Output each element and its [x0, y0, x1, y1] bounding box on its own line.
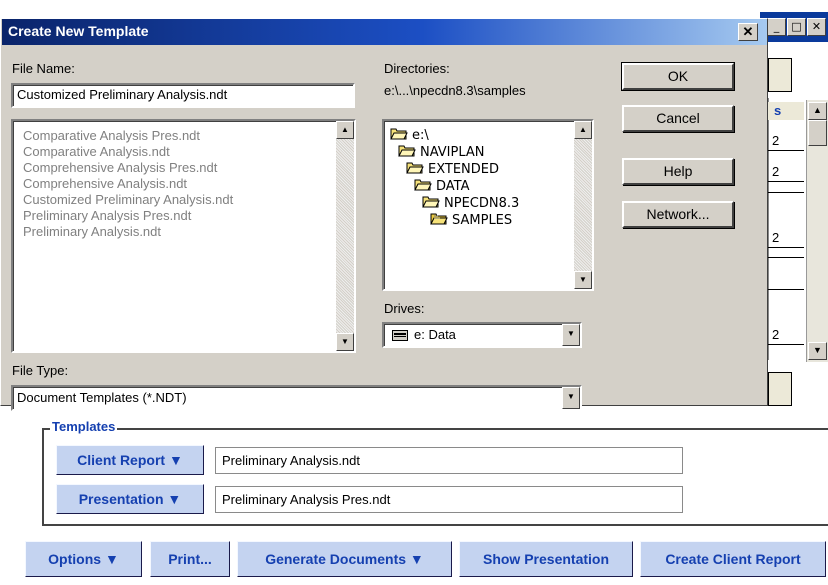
- open-folder-icon: [422, 196, 440, 208]
- list-item[interactable]: Comprehensive Analysis.ndt: [23, 176, 187, 192]
- directory-item[interactable]: EXTENDED: [406, 161, 499, 178]
- print-button[interactable]: Print...: [150, 541, 230, 577]
- open-folder-icon: [406, 162, 424, 174]
- table-row[interactable]: 2: [768, 163, 804, 182]
- dialog-title: Create New Template: [8, 23, 149, 39]
- table-divider: [768, 192, 804, 193]
- scroll-down-icon[interactable]: ▼: [336, 333, 354, 351]
- directory-item-selected[interactable]: SAMPLES: [430, 212, 512, 229]
- templates-legend: Templates: [50, 419, 118, 434]
- file-list[interactable]: Comparative Analysis Pres.ndt Comparativ…: [11, 119, 356, 353]
- list-item[interactable]: Preliminary Analysis Pres.ndt: [23, 208, 191, 224]
- dialog-close-button[interactable]: ✕: [738, 23, 758, 41]
- network-button[interactable]: Network...: [622, 201, 734, 228]
- table-header: s: [768, 102, 804, 120]
- maximize-button[interactable]: □: [787, 18, 806, 36]
- scroll-up-icon[interactable]: ▲: [574, 121, 592, 139]
- directory-label: NPECDN8.3: [444, 196, 520, 211]
- file-type-select[interactable]: Document Templates (*.NDT) ▼: [11, 385, 582, 411]
- drive-icon: [392, 330, 408, 341]
- directory-item[interactable]: NPECDN8.3: [422, 195, 519, 212]
- background-top-button[interactable]: [768, 58, 792, 92]
- directory-label: e:\: [412, 128, 429, 143]
- scroll-down-icon[interactable]: ▼: [574, 271, 592, 289]
- background-scrollbar[interactable]: ▲ ▼: [806, 100, 828, 362]
- directory-item[interactable]: DATA: [414, 178, 470, 195]
- file-name-label: File Name:: [12, 61, 75, 76]
- list-item[interactable]: Customized Preliminary Analysis.ndt: [23, 192, 233, 208]
- client-report-button[interactable]: Client Report ▼: [56, 445, 204, 475]
- table-divider: [768, 257, 804, 258]
- drives-select[interactable]: e: Data ▼: [382, 322, 582, 348]
- open-folder-icon: [430, 213, 448, 225]
- file-list-scrollbar[interactable]: ▲ ▼: [336, 121, 354, 351]
- background-close-button[interactable]: ✕: [807, 18, 826, 36]
- generate-documents-button[interactable]: Generate Documents ▼: [237, 541, 452, 577]
- chevron-down-icon[interactable]: ▼: [562, 324, 580, 346]
- table-row[interactable]: 2: [768, 132, 804, 151]
- open-folder-icon: [390, 128, 408, 140]
- presentation-button[interactable]: Presentation ▼: [56, 484, 204, 514]
- directory-label: EXTENDED: [428, 162, 500, 177]
- create-new-template-dialog: Create New Template ✕ File Name: Customi…: [0, 18, 768, 411]
- minimize-button[interactable]: _: [767, 18, 786, 36]
- scroll-up-icon[interactable]: ▲: [336, 121, 354, 139]
- chevron-down-icon[interactable]: ▼: [562, 387, 580, 409]
- file-type-label: File Type:: [12, 363, 69, 378]
- client-report-field[interactable]: Preliminary Analysis.ndt: [215, 447, 683, 474]
- help-button[interactable]: Help: [622, 158, 734, 185]
- list-item[interactable]: Preliminary Analysis.ndt: [23, 224, 161, 240]
- directories-path: e:\...\npecdn8.3\samples: [384, 83, 526, 98]
- list-item[interactable]: Comparative Analysis.ndt: [23, 144, 170, 160]
- directory-list[interactable]: e:\ NAVIPLAN EXTENDED DATA NPECDN8.3 SAM…: [382, 119, 594, 291]
- table-row[interactable]: 2: [768, 229, 804, 248]
- scroll-up-icon[interactable]: ▲: [808, 102, 827, 120]
- open-folder-icon: [414, 179, 432, 191]
- directory-list-scrollbar[interactable]: ▲ ▼: [574, 121, 592, 289]
- directory-item[interactable]: NAVIPLAN: [398, 144, 485, 161]
- file-type-value: Document Templates (*.NDT): [17, 390, 187, 405]
- directory-item[interactable]: e:\: [390, 127, 429, 144]
- drives-value: e: Data: [414, 327, 456, 342]
- cancel-button[interactable]: Cancel: [622, 105, 734, 132]
- table-divider: [768, 289, 804, 290]
- scroll-thumb[interactable]: [808, 120, 827, 146]
- options-button[interactable]: Options ▼: [25, 541, 142, 577]
- dialog-titlebar[interactable]: Create New Template ✕: [2, 19, 767, 45]
- list-item[interactable]: Comprehensive Analysis Pres.ndt: [23, 160, 217, 176]
- drives-label: Drives:: [384, 301, 425, 316]
- file-name-input[interactable]: Customized Preliminary Analysis.ndt: [11, 83, 355, 108]
- directory-label: NAVIPLAN: [420, 145, 485, 160]
- directories-label: Directories:: [384, 61, 450, 76]
- open-folder-icon: [398, 145, 416, 157]
- show-presentation-button[interactable]: Show Presentation: [459, 541, 633, 577]
- list-item[interactable]: Comparative Analysis Pres.ndt: [23, 128, 200, 144]
- table-row[interactable]: 2: [768, 326, 804, 345]
- directory-label: SAMPLES: [452, 213, 513, 228]
- background-mid-button[interactable]: [768, 372, 792, 406]
- create-client-report-button[interactable]: Create Client Report: [640, 541, 826, 577]
- scroll-down-icon[interactable]: ▼: [808, 342, 827, 360]
- directory-label: DATA: [436, 179, 470, 194]
- ok-button[interactable]: OK: [621, 62, 735, 91]
- presentation-field[interactable]: Preliminary Analysis Pres.ndt: [215, 486, 683, 513]
